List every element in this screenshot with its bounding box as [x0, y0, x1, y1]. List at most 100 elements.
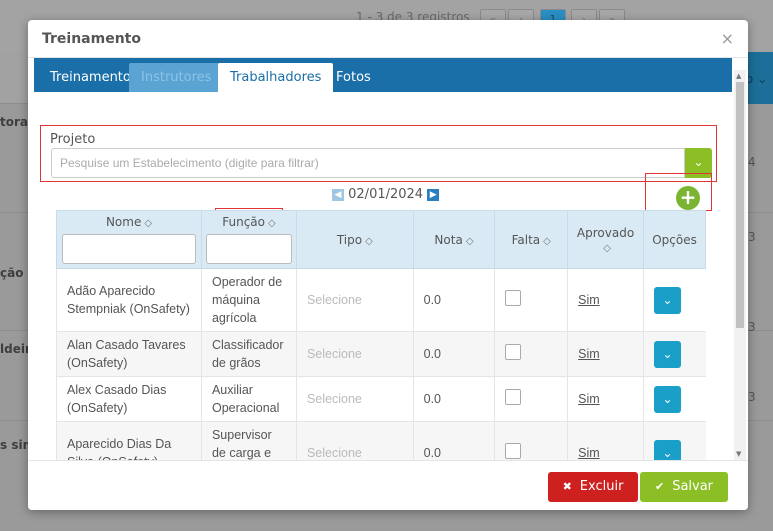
column-label: Nota [434, 232, 463, 247]
cell-aprovado: Sim [567, 331, 644, 377]
sort-icon: ◇ [365, 235, 373, 247]
tipo-select[interactable]: Selecione [295, 331, 414, 377]
column-header-nota[interactable]: Nota ◇ [412, 210, 496, 269]
scrollbar-thumb[interactable] [736, 82, 744, 328]
close-icon[interactable]: × [721, 29, 734, 48]
cell-falta [494, 376, 568, 422]
aprovado-link[interactable]: Sim [578, 446, 600, 460]
chevron-down-icon[interactable]: ⌄ [654, 385, 682, 413]
chevron-down-icon[interactable]: ⌄ [654, 286, 682, 314]
add-icon[interactable]: + [676, 186, 700, 210]
background-right-number: 4 [748, 155, 756, 169]
trabalhadores-panel: Projeto Pesquise um Estabelecimento (dig… [34, 92, 732, 460]
column-label: Tipo [336, 232, 363, 247]
tab-treinamento[interactable]: Treinamento [38, 63, 143, 92]
background-right-number: 3 [748, 230, 756, 244]
trabalhadores-table: Nome ◇ Função ◇ Tipo ◇ Nota ◇ Falta ◇ Aprovad… [56, 210, 706, 460]
tab-bar: Treinamento Instrutores Trabalhadores Fo… [34, 58, 732, 92]
cell-funcao: Auxiliar Operacional [200, 376, 297, 422]
table-row: Adão Aparecido Stempniak (OnSafety) Oper… [56, 268, 706, 332]
cell-funcao: Supervisor de carga e descarga [200, 421, 297, 460]
column-label: Falta [511, 232, 541, 247]
excluir-button[interactable]: ✖ Excluir [548, 472, 638, 502]
arrow-left-icon[interactable]: ◀ [332, 189, 344, 201]
sort-icon: ◇ [603, 242, 611, 254]
cell-opcoes: ⌄ [643, 376, 706, 422]
cell-nota: 0.0 [412, 421, 495, 460]
date-label: 02/01/2024 [348, 187, 424, 202]
aprovado-link[interactable]: Sim [578, 293, 600, 307]
cell-opcoes: ⌄ [643, 331, 706, 377]
aprovado-link[interactable]: Sim [578, 347, 600, 361]
cell-opcoes: ⌄ [643, 421, 706, 460]
cell-funcao: Operador de máquina agrícola [200, 268, 297, 332]
projeto-search-input[interactable]: Pesquise um Estabelecimento (digite para… [51, 148, 685, 178]
salvar-label: Salvar [672, 479, 714, 494]
projeto-label: Projeto [50, 132, 96, 147]
sort-nome[interactable]: Nome ◇ [106, 215, 152, 229]
falta-checkbox[interactable] [505, 343, 522, 360]
aprovado-link[interactable]: Sim [578, 392, 600, 406]
tipo-select[interactable]: Selecione [295, 376, 414, 422]
scroll-up-icon[interactable]: ▲ [736, 72, 741, 80]
cell-opcoes: ⌄ [643, 268, 706, 332]
column-header-aprovado[interactable]: Aprovado ◇ [567, 210, 645, 269]
table-row: Alex Casado Dias (OnSafety) Auxiliar Ope… [56, 376, 706, 422]
sort-icon: ◇ [543, 235, 551, 247]
salvar-button[interactable]: ✔ Salvar [640, 472, 728, 502]
nome-filter-input[interactable] [61, 234, 196, 264]
tab-trabalhadores[interactable]: Trabalhadores [218, 63, 334, 92]
date-navigator: ◀ 02/01/2024 ▶ [332, 187, 440, 202]
cell-nota: 0.0 [412, 268, 495, 332]
column-header-nome: Nome ◇ [56, 210, 202, 269]
sort-funcao[interactable]: Função ◇ [222, 215, 275, 229]
table-header-row: Nome ◇ Função ◇ Tipo ◇ Nota ◇ Falta ◇ Aprovad… [56, 210, 706, 269]
sort-icon: ◇ [267, 218, 276, 229]
funcao-filter-input[interactable] [205, 234, 292, 264]
tab-fotos[interactable]: Fotos [324, 63, 383, 92]
background-right-number: 3 [748, 320, 756, 334]
treinamento-modal: Treinamento × Treinamento Instrutores Tr… [28, 20, 748, 510]
excluir-label: Excluir [579, 479, 624, 494]
tab-instrutores[interactable]: Instrutores [129, 63, 224, 92]
falta-checkbox[interactable] [505, 388, 522, 405]
table-row: Aparecido Dias Da Silva (OnSafety) Super… [56, 421, 706, 460]
tipo-select[interactable]: Selecione [295, 268, 414, 332]
falta-checkbox[interactable] [505, 442, 522, 459]
column-label: Nome [105, 215, 142, 229]
column-label: Aprovado [576, 225, 635, 240]
column-header-tipo[interactable]: Tipo ◇ [295, 210, 414, 269]
cell-aprovado: Sim [567, 421, 644, 460]
falta-checkbox[interactable] [505, 289, 522, 306]
column-header-funcao: Função ◇ [200, 210, 297, 269]
cell-falta [494, 331, 568, 377]
tipo-select[interactable]: Selecione [295, 421, 414, 460]
cell-nota: 0.0 [412, 331, 495, 377]
arrow-right-icon[interactable]: ▶ [427, 189, 440, 201]
chevron-down-icon[interactable]: ⌄ [654, 439, 682, 460]
cell-funcao: Classificador de grãos [200, 331, 297, 377]
check-icon: ✔ [654, 480, 665, 493]
cell-aprovado: Sim [567, 268, 644, 332]
cell-nome: Aparecido Dias Da Silva (OnSafety) [56, 421, 202, 460]
cell-nome: Alex Casado Dias (OnSafety) [56, 376, 202, 422]
modal-title: Treinamento [42, 31, 141, 47]
tipo-select-value: Selecione [306, 347, 362, 361]
table-row: Alan Casado Tavares (OnSafety) Classific… [56, 331, 706, 377]
tipo-select-value: Selecione [306, 293, 362, 307]
modal-header: Treinamento × [28, 20, 748, 58]
tipo-select-value: Selecione [306, 446, 362, 460]
background-right-number: 3 [748, 390, 756, 404]
scroll-down-icon[interactable]: ▼ [736, 450, 741, 458]
sort-icon: ◇ [465, 235, 474, 247]
cell-aprovado: Sim [567, 376, 644, 422]
column-header-opcoes: Opções [643, 210, 706, 269]
column-label: Opções [652, 232, 697, 247]
column-header-falta[interactable]: Falta ◇ [494, 210, 569, 269]
modal-scrollbar[interactable]: ▲ ▼ [734, 70, 746, 460]
cell-nome: Alan Casado Tavares (OnSafety) [56, 331, 202, 377]
cell-nota: 0.0 [412, 376, 495, 422]
chevron-down-icon[interactable]: ⌄ [654, 340, 682, 368]
column-label: Função [222, 215, 265, 229]
modal-footer: ✖ Excluir ✔ Salvar [28, 460, 748, 510]
